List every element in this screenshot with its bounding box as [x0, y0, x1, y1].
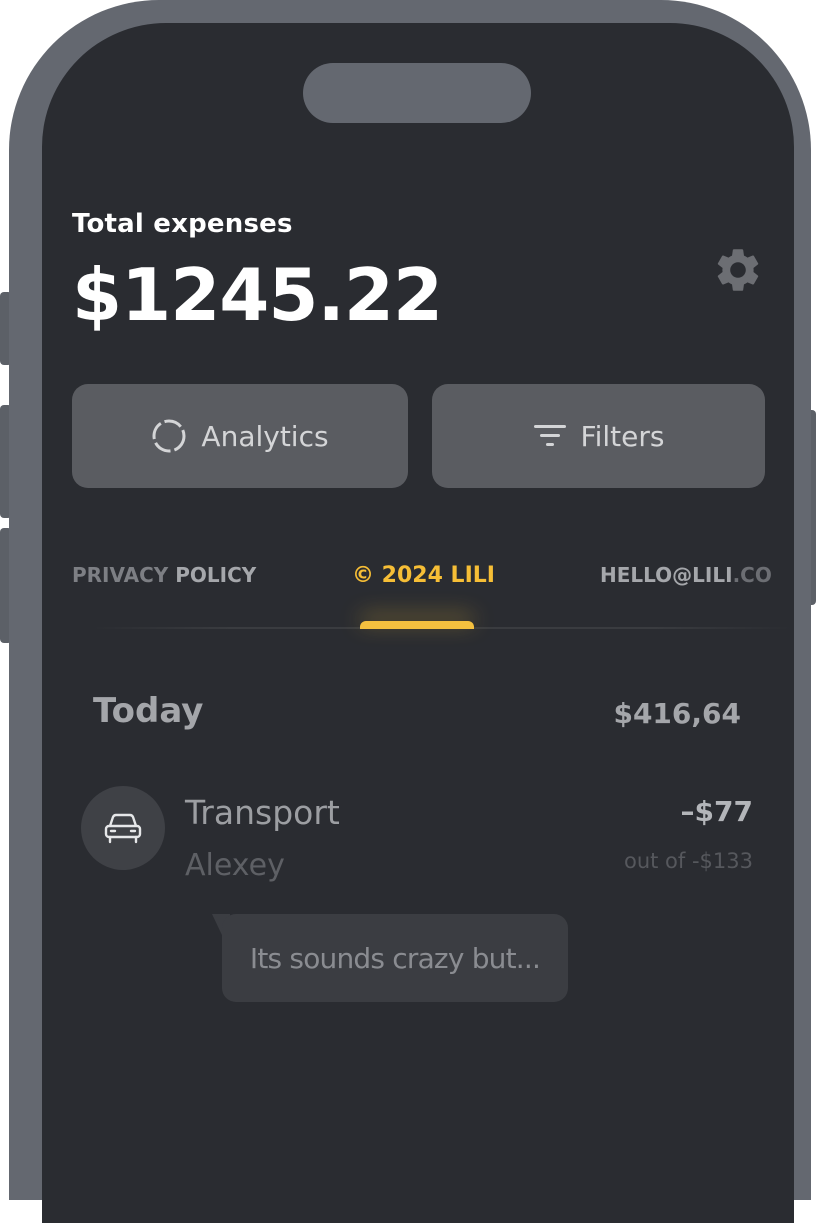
transaction-category: Transport [185, 793, 340, 832]
transaction-amount: –$77 [680, 795, 753, 828]
gear-icon[interactable] [712, 244, 764, 296]
day-section-total: $416,64 [613, 697, 741, 730]
tab-privacy-label-bright: POLICY [168, 563, 257, 587]
analytics-button[interactable]: Analytics [72, 384, 408, 488]
filters-label: Filters [580, 419, 665, 453]
analytics-label: Analytics [201, 419, 329, 453]
tab-privacy-policy[interactable]: PRIVACY POLICY [72, 563, 256, 587]
tab-email-label-fade: .CO [732, 563, 772, 587]
car-icon [104, 813, 142, 844]
phone-frame: Total expenses $1245.22 Analytics Filter… [9, 0, 811, 1223]
tab-email[interactable]: HELLO@LILI.CO [600, 563, 794, 587]
message-text: Its sounds crazy but... [249, 941, 541, 975]
tab-privacy-label-dim: PRIVACY [72, 563, 169, 587]
filters-button[interactable]: Filters [432, 384, 765, 488]
phone-screen: Total expenses $1245.22 Analytics Filter… [42, 23, 794, 1223]
day-section-title: Today [93, 691, 204, 731]
total-expenses-amount: $1245.22 [72, 253, 443, 337]
tab-email-label: HELLO@LILI [600, 563, 733, 587]
tab-copyright[interactable]: © 2024 LILI [352, 563, 495, 588]
dynamic-island [303, 63, 531, 123]
active-tab-indicator [360, 621, 474, 629]
message-bubble[interactable]: Its sounds crazy but... [222, 914, 568, 1002]
transaction-avatar[interactable] [81, 786, 165, 870]
filter-icon [533, 425, 566, 446]
transaction-person: Alexey [185, 848, 285, 883]
total-expenses-label: Total expenses [72, 209, 293, 239]
analytics-icon [152, 419, 186, 453]
transaction-budget-limit: out of -$133 [623, 849, 753, 873]
